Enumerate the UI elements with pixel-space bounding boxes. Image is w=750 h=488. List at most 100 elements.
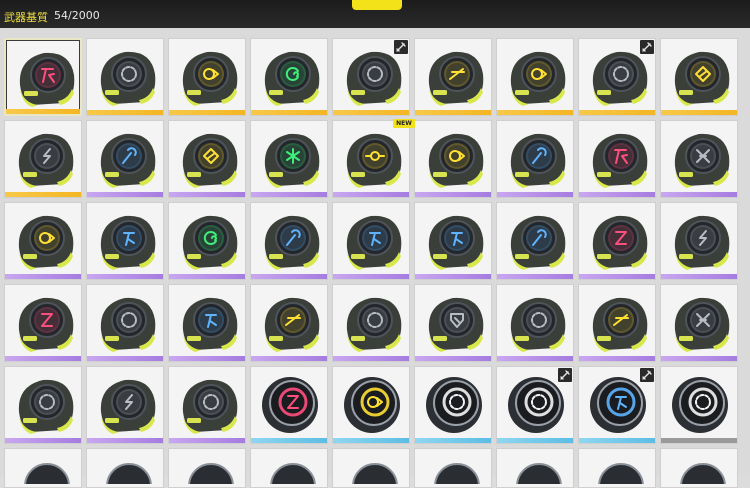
matrix-item-card[interactable] — [168, 202, 246, 280]
matrix-item-card[interactable] — [332, 366, 410, 444]
zigzag-icon — [18, 297, 74, 352]
zigzag-icon — [262, 377, 318, 433]
matrix-item-card[interactable] — [250, 38, 328, 116]
rarity-stripe — [415, 274, 491, 279]
rarity-stripe — [169, 192, 245, 197]
matrix-item-card[interactable] — [578, 38, 656, 116]
runner-icon — [100, 215, 156, 270]
matrix-item-card[interactable] — [168, 284, 246, 362]
matrix-item-card[interactable] — [332, 448, 410, 488]
spiral-icon — [264, 51, 320, 106]
matrix-item-card[interactable] — [414, 38, 492, 116]
rarity-stripe — [661, 192, 737, 197]
matrix-item-card[interactable] — [414, 284, 492, 362]
matrix-item-card[interactable] — [496, 120, 574, 198]
ring-icon — [672, 377, 728, 433]
rarity-stripe — [497, 438, 573, 443]
matrix-item-card[interactable] — [250, 284, 328, 362]
active-tab-indicator[interactable] — [352, 0, 402, 10]
runner-icon — [346, 215, 402, 270]
rarity-stripe — [579, 192, 655, 197]
rarity-stripe — [169, 274, 245, 279]
arrow-loop-icon — [510, 51, 566, 106]
ring-icon — [434, 463, 480, 484]
ring-icon — [270, 463, 316, 484]
matrix-item-card[interactable] — [578, 202, 656, 280]
matrix-item-card[interactable] — [4, 366, 82, 444]
runner-icon — [428, 215, 484, 270]
diamond-icon — [674, 51, 730, 106]
matrix-item-card[interactable] — [414, 448, 492, 488]
matrix-item-card[interactable] — [660, 120, 738, 198]
matrix-item-card[interactable] — [660, 202, 738, 280]
matrix-item-card[interactable] — [86, 284, 164, 362]
ring-icon — [18, 379, 74, 434]
matrix-item-card[interactable] — [332, 38, 410, 116]
inventory-title: 武器基質 — [4, 11, 48, 24]
rarity-stripe — [87, 110, 163, 115]
sword-icon — [394, 40, 408, 54]
matrix-item-card[interactable] — [332, 120, 410, 198]
matrix-item-card[interactable] — [86, 448, 164, 488]
matrix-item-card[interactable] — [332, 284, 410, 362]
matrix-item-card[interactable] — [578, 284, 656, 362]
matrix-item-card[interactable] — [414, 202, 492, 280]
rarity-stripe — [87, 356, 163, 361]
matrix-item-card[interactable] — [86, 202, 164, 280]
matrix-item-card[interactable] — [660, 284, 738, 362]
matrix-item-card[interactable] — [168, 366, 246, 444]
matrix-item-card[interactable] — [250, 448, 328, 488]
ring-icon — [352, 463, 398, 484]
matrix-item-card[interactable] — [578, 448, 656, 488]
wand-icon — [100, 133, 156, 188]
rarity-stripe — [6, 109, 80, 114]
rarity-stripe — [415, 192, 491, 197]
chevron-icon — [592, 297, 648, 352]
matrix-item-card[interactable] — [496, 448, 574, 488]
runner-icon — [182, 297, 238, 352]
rarity-stripe — [497, 110, 573, 115]
shield-icon — [428, 297, 484, 352]
ring-icon — [510, 297, 566, 352]
rarity-stripe — [251, 110, 327, 115]
matrix-item-card[interactable] — [578, 120, 656, 198]
matrix-item-card[interactable] — [4, 202, 82, 280]
rarity-stripe — [661, 110, 737, 115]
sword-icon — [640, 368, 654, 382]
wand-icon — [264, 215, 320, 270]
matrix-item-card[interactable] — [578, 366, 656, 444]
matrix-item-card[interactable] — [332, 202, 410, 280]
inventory-count: 54/2000 — [54, 9, 100, 22]
matrix-item-card[interactable] — [660, 448, 738, 488]
matrix-item-card[interactable] — [496, 38, 574, 116]
matrix-item-card[interactable] — [4, 120, 82, 198]
arrow-loop-icon — [428, 133, 484, 188]
matrix-item-card[interactable] — [168, 120, 246, 198]
rarity-stripe — [251, 356, 327, 361]
matrix-item-card[interactable] — [250, 202, 328, 280]
matrix-item-card[interactable] — [660, 38, 738, 116]
rarity-stripe — [579, 274, 655, 279]
rarity-stripe — [661, 356, 737, 361]
matrix-item-card[interactable] — [250, 366, 328, 444]
matrix-item-card[interactable] — [168, 448, 246, 488]
matrix-item-card[interactable] — [250, 120, 328, 198]
matrix-item-card[interactable] — [86, 38, 164, 116]
rarity-stripe — [497, 356, 573, 361]
ring-icon — [598, 463, 644, 484]
matrix-item-card[interactable] — [86, 366, 164, 444]
rarity-stripe — [251, 438, 327, 443]
matrix-item-card[interactable] — [4, 284, 82, 362]
matrix-item-card[interactable] — [496, 284, 574, 362]
matrix-item-card[interactable] — [414, 366, 492, 444]
matrix-item-card[interactable] — [660, 366, 738, 444]
top-bar: 武器基質 54/2000 — [0, 0, 750, 28]
matrix-item-card[interactable] — [496, 202, 574, 280]
matrix-item-card[interactable] — [4, 448, 82, 488]
matrix-item-card[interactable] — [4, 38, 82, 116]
matrix-item-card[interactable] — [168, 38, 246, 116]
matrix-item-card[interactable] — [86, 120, 164, 198]
rarity-stripe — [87, 274, 163, 279]
matrix-item-card[interactable] — [414, 120, 492, 198]
matrix-item-card[interactable] — [496, 366, 574, 444]
